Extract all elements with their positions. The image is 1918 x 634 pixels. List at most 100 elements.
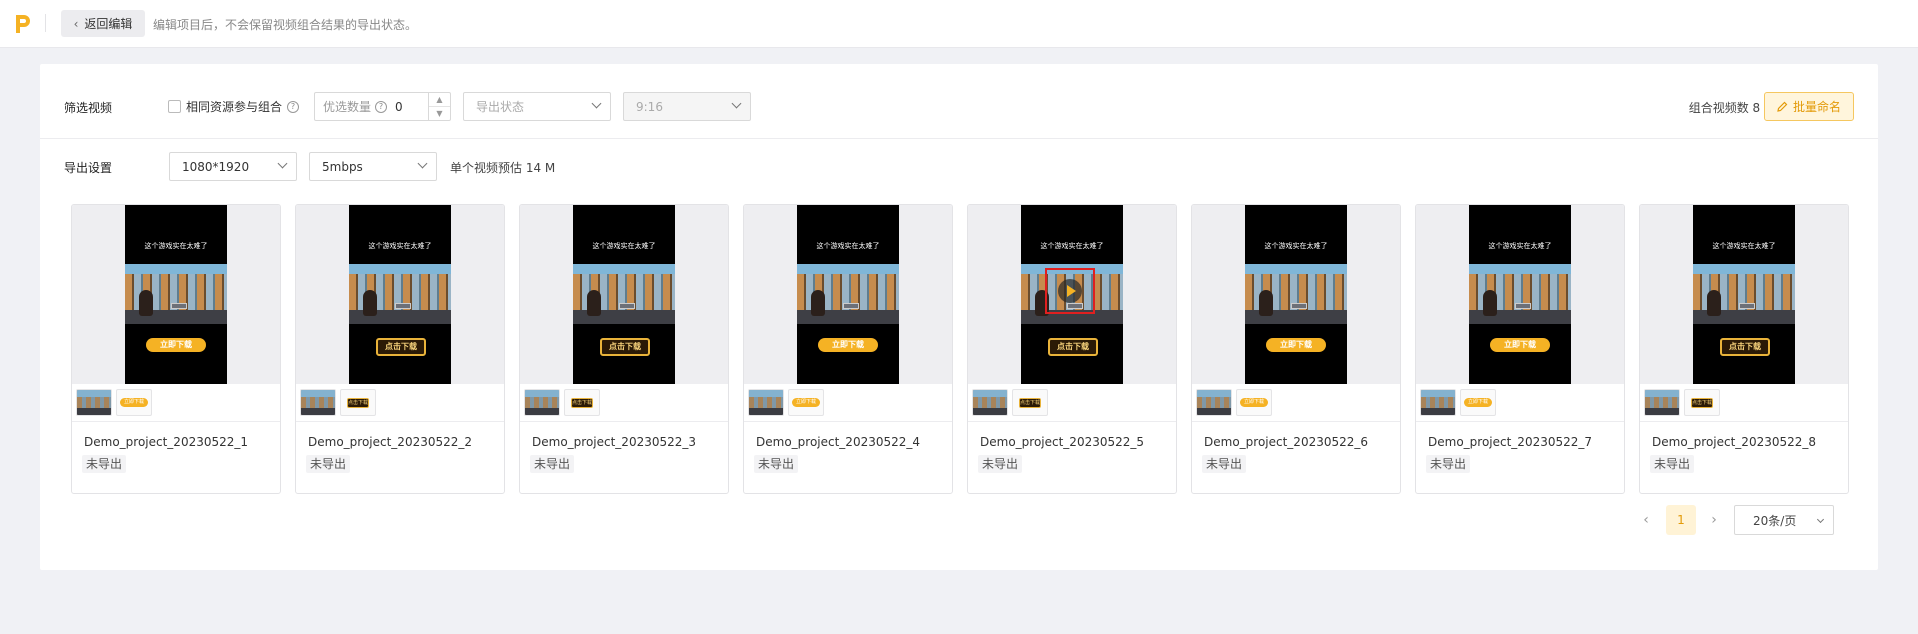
checkbox-box[interactable]: [168, 100, 181, 113]
video-card[interactable]: 这个游戏实在太难了 点击下载 点击下载 Demo_project_20230522_8…: [1639, 204, 1849, 494]
pi-logo-icon[interactable]: [14, 13, 30, 35]
help-icon[interactable]: ?: [287, 100, 300, 113]
aspect-ratio-select[interactable]: 9:16: [623, 92, 751, 121]
cta-thumbnail[interactable]: 立即下载: [116, 389, 152, 416]
scene-thumbnail[interactable]: [76, 389, 112, 416]
export-status-select[interactable]: 导出状态: [463, 92, 611, 121]
video-card[interactable]: 这个游戏实在太难了 立即下载 立即下载 Demo_project_20230522_1…: [71, 204, 281, 494]
scene-thumbnail[interactable]: [1420, 389, 1456, 416]
video-preview[interactable]: 这个游戏实在太难了点击下载: [1640, 205, 1848, 384]
hud-image: [1291, 303, 1307, 309]
filter-row: 筛选视频 相同资源参与组合 ? 优选数量 ? 0 ▲ ▼ 导出状态 9:16 组: [40, 64, 1878, 139]
cta-thumbnail[interactable]: 点击下载: [564, 389, 600, 416]
chevron-down-icon: [731, 98, 742, 109]
number-stepper[interactable]: ▲ ▼: [428, 93, 450, 120]
download-cta-badge: 立即下载: [1266, 338, 1326, 352]
video-card[interactable]: 这个游戏实在太难了 点击下载 点击下载 Demo_project_20230522_3…: [519, 204, 729, 494]
cta-thumbnail-label: 立即下载: [120, 398, 148, 407]
character-image: [587, 290, 601, 316]
video-frame: 这个游戏实在太难了 立即下载: [125, 205, 227, 384]
video-preview[interactable]: 这个游戏实在太难了 立即下载: [72, 205, 280, 384]
cta-thumbnail[interactable]: 立即下载: [1460, 389, 1496, 416]
back-button-label: 返回编辑: [84, 17, 133, 31]
same-source-checkbox[interactable]: 相同资源参与组合 ?: [168, 98, 300, 115]
character-image: [1707, 290, 1721, 316]
chevron-down-icon: [591, 98, 602, 109]
video-preview[interactable]: 这个游戏实在太难了 点击下载: [968, 205, 1176, 384]
export-settings-label: 导出设置: [64, 161, 113, 175]
download-cta-badge: 点击下载: [1720, 338, 1770, 356]
video-card[interactable]: 这个游戏实在太难了 点击下载 点击下载 Demo_project_20230522_2…: [295, 204, 505, 494]
asset-thumbnails: 立即下载: [1416, 384, 1624, 422]
download-cta-badge: 点击下载: [376, 338, 426, 356]
cta-thumbnail-label: 点击下载: [347, 397, 369, 408]
resolution-select[interactable]: 1080*1920: [169, 152, 297, 181]
asset-thumbnails: 立即下载: [1192, 384, 1400, 422]
step-up-icon[interactable]: ▲: [429, 93, 450, 107]
chevron-down-icon: [417, 158, 428, 169]
scene-thumbnail[interactable]: [1644, 389, 1680, 416]
video-caption: 这个游戏实在太难了: [144, 242, 208, 250]
chevron-left-icon: ‹: [73, 16, 79, 31]
video-card[interactable]: 这个游戏实在太难了 点击下载 点击下载 Demo_project_20230522_5…: [967, 204, 1177, 494]
back-to-edit-button[interactable]: ‹ 返回编辑: [61, 10, 145, 37]
video-preview[interactable]: 这个游戏实在太难了 点击下载: [520, 205, 728, 384]
page-number-current[interactable]: 1: [1666, 505, 1696, 535]
asset-thumbnails: 点击下载: [968, 384, 1176, 422]
batch-rename-button[interactable]: 批量命名: [1764, 92, 1854, 121]
play-icon[interactable]: [1058, 279, 1082, 303]
scene-thumbnail[interactable]: [972, 389, 1008, 416]
video-preview[interactable]: 这个游戏实在太难了点击下载: [296, 205, 504, 384]
top-bar: ‹ 返回编辑 编辑项目后，不会保留视频组合结果的导出状态。: [0, 0, 1918, 48]
video-preview[interactable]: 这个游戏实在太难了 立即下载: [1192, 205, 1400, 384]
cta-thumbnail-label: 点击下载: [1019, 397, 1041, 408]
pencil-icon: [1777, 101, 1788, 112]
aspect-ratio-value: 9:16: [636, 99, 663, 114]
resolution-value: 1080*1920: [182, 159, 250, 174]
video-frame: 这个游戏实在太难了点击下载: [1693, 205, 1795, 384]
cta-thumbnail[interactable]: 点击下载: [340, 389, 376, 416]
priority-value[interactable]: 0: [395, 100, 403, 114]
character-image: [139, 290, 153, 316]
next-page-icon[interactable]: ›: [1704, 505, 1724, 535]
page-size-select[interactable]: 20条/页: [1734, 505, 1834, 535]
priority-placeholder: 优选数量: [323, 100, 372, 114]
cta-thumbnail[interactable]: 点击下载: [1684, 389, 1720, 416]
scene-thumbnail[interactable]: [300, 389, 336, 416]
export-status-badge: 未导出: [530, 455, 575, 473]
hud-image: [1515, 303, 1531, 309]
priority-count-input[interactable]: 优选数量 ? 0 ▲ ▼: [314, 92, 451, 121]
export-status-badge: 未导出: [1202, 455, 1247, 473]
video-caption: 这个游戏实在太难了: [816, 242, 880, 250]
hud-image: [1739, 303, 1755, 309]
video-card[interactable]: 这个游戏实在太难了 立即下载 立即下载 Demo_project_20230522_4…: [743, 204, 953, 494]
step-down-icon[interactable]: ▼: [429, 107, 450, 120]
video-card[interactable]: 这个游戏实在太难了 立即下载立即下载 Demo_project_20230522_7…: [1415, 204, 1625, 494]
video-caption: 这个游戏实在太难了: [368, 242, 432, 250]
cta-thumbnail[interactable]: 立即下载: [788, 389, 824, 416]
video-card[interactable]: 这个游戏实在太难了 立即下载 立即下载 Demo_project_20230522_6…: [1191, 204, 1401, 494]
download-cta-badge: 点击下载: [600, 338, 650, 356]
video-frame: 这个游戏实在太难了 立即下载: [1469, 205, 1571, 384]
bitrate-select[interactable]: 5mbps: [309, 152, 437, 181]
video-preview[interactable]: 这个游戏实在太难了 立即下载: [744, 205, 952, 384]
bitrate-value: 5mbps: [322, 159, 363, 174]
cta-thumbnail[interactable]: 点击下载: [1012, 389, 1048, 416]
scene-thumbnail[interactable]: [1196, 389, 1232, 416]
prev-page-icon[interactable]: ‹: [1636, 505, 1656, 535]
scene-thumbnail[interactable]: [524, 389, 560, 416]
character-image: [811, 290, 825, 316]
cta-thumbnail[interactable]: 立即下载: [1236, 389, 1272, 416]
video-preview[interactable]: 这个游戏实在太难了 立即下载: [1416, 205, 1624, 384]
video-caption: 这个游戏实在太难了: [1040, 242, 1104, 250]
cta-thumbnail-label: 立即下载: [1240, 398, 1268, 407]
play-button[interactable]: [1045, 268, 1095, 314]
video-name: Demo_project_20230522_7: [1428, 435, 1593, 449]
hud-image: [395, 303, 411, 309]
chevron-down-icon: [1816, 515, 1825, 524]
asset-thumbnails: 立即下载: [744, 384, 952, 422]
edit-hint-text: 编辑项目后，不会保留视频组合结果的导出状态。: [153, 18, 418, 32]
scene-thumbnail[interactable]: [748, 389, 784, 416]
video-caption: 这个游戏实在太难了: [1712, 242, 1776, 250]
help-icon[interactable]: ?: [375, 100, 388, 113]
